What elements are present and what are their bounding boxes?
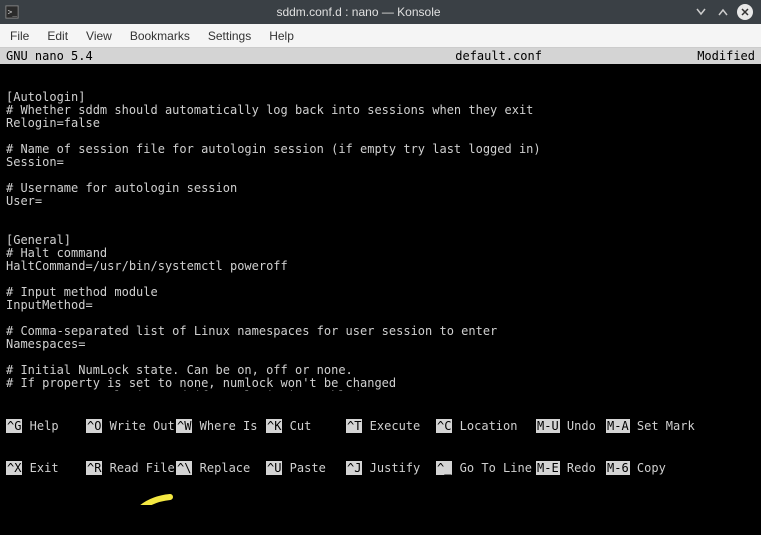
shortcut-label: Location (452, 419, 517, 433)
shortcut-key: ^O (86, 419, 102, 433)
shortcut-label: Undo (560, 419, 596, 433)
shortcut-key: ^_ (436, 461, 452, 475)
app-icon: >_ (0, 0, 24, 24)
shortcut-item: M-6 Copy (606, 461, 686, 475)
shortcut-label: Justify (362, 461, 420, 475)
shortcut-key: ^T (346, 419, 362, 433)
editor-line[interactable]: # Whether sddm should automatically log … (6, 104, 755, 117)
menu-help[interactable]: Help (269, 29, 294, 43)
shortcut-label: Paste (282, 461, 325, 475)
shortcut-label: Write Out (102, 419, 174, 433)
shortcut-label: Set Mark (630, 419, 695, 433)
nano-version: GNU nano 5.4 (0, 49, 300, 63)
window-title: sddm.conf.d : nano — Konsole (24, 5, 693, 19)
menu-file[interactable]: File (10, 29, 29, 43)
shortcut-item: ^G Help (6, 419, 86, 433)
menu-bookmarks[interactable]: Bookmarks (130, 29, 190, 43)
shortcut-key: M-U (536, 419, 560, 433)
shortcut-item: ^T Execute (346, 419, 436, 433)
shortcut-label: Read File (102, 461, 174, 475)
editor-line[interactable]: # Username for autologin session (6, 182, 755, 195)
shortcut-key: ^C (436, 419, 452, 433)
shortcut-key: ^R (86, 461, 102, 475)
shortcut-item: ^\ Replace (176, 461, 266, 475)
editor-line[interactable]: Relogin=false (6, 117, 755, 130)
editor-line[interactable]: Namespaces= (6, 338, 755, 351)
shortcut-item: ^_ Go To Line (436, 461, 536, 475)
shortcut-label: Go To Line (452, 461, 531, 475)
shortcut-key: ^\ (176, 461, 192, 475)
editor-line[interactable]: # Name of session file for autologin ses… (6, 143, 755, 156)
shortcut-label: Where Is (192, 419, 257, 433)
editor-line[interactable]: # Input method module (6, 286, 755, 299)
shortcut-item: M-U Undo (536, 419, 606, 433)
shortcut-item: ^C Location (436, 419, 536, 433)
window-controls (693, 4, 761, 20)
menu-edit[interactable]: Edit (47, 29, 68, 43)
titlebar: >_ sddm.conf.d : nano — Konsole (0, 0, 761, 24)
nano-statusbar: GNU nano 5.4 default.conf Modified (0, 48, 761, 64)
shortcut-item: ^W Where Is (176, 419, 266, 433)
editor-line[interactable] (6, 208, 755, 221)
shortcut-key: ^J (346, 461, 362, 475)
shortcut-label: Help (22, 419, 58, 433)
shortcut-item: ^O Write Out (86, 419, 176, 433)
shortcut-label: Exit (22, 461, 58, 475)
shortcut-key: ^X (6, 461, 22, 475)
editor-line[interactable]: [General] (6, 234, 755, 247)
editor-line[interactable]: InputMethod= (6, 299, 755, 312)
shortcut-key: ^W (176, 419, 192, 433)
shortcut-item: M-E Redo (536, 461, 606, 475)
shortcut-key: ^U (266, 461, 282, 475)
nano-modified: Modified (697, 49, 761, 63)
menubar: File Edit View Bookmarks Settings Help (0, 24, 761, 48)
shortcut-key: ^K (266, 419, 282, 433)
minimize-button[interactable] (693, 4, 709, 20)
shortcut-key: M-6 (606, 461, 630, 475)
terminal-area[interactable]: [Autologin]# Whether sddm should automat… (0, 64, 761, 505)
close-button[interactable] (737, 4, 753, 20)
shortcut-label: Redo (560, 461, 596, 475)
shortcut-label: Replace (192, 461, 250, 475)
svg-text:>_: >_ (8, 8, 18, 17)
shortcut-item: ^K Cut (266, 419, 346, 433)
shortcut-item: M-A Set Mark (606, 419, 686, 433)
menu-settings[interactable]: Settings (208, 29, 251, 43)
nano-shortcuts: ^G Help^O Write Out^W Where Is^K Cut^T E… (0, 391, 761, 505)
editor-line[interactable]: User= (6, 195, 755, 208)
nano-filename: default.conf (300, 49, 697, 63)
editor-line[interactable]: HaltCommand=/usr/bin/systemctl poweroff (6, 260, 755, 273)
maximize-button[interactable] (715, 4, 731, 20)
shortcut-key: M-E (536, 461, 560, 475)
shortcut-label: Copy (630, 461, 666, 475)
shortcut-item: ^U Paste (266, 461, 346, 475)
annotation-arrow-icon (130, 491, 180, 505)
editor-line[interactable]: Session= (6, 156, 755, 169)
shortcut-item: ^X Exit (6, 461, 86, 475)
editor-line[interactable]: # Comma-separated list of Linux namespac… (6, 325, 755, 338)
shortcut-item: ^J Justify (346, 461, 436, 475)
shortcut-key: M-A (606, 419, 630, 433)
shortcut-key: ^G (6, 419, 22, 433)
shortcut-item: ^R Read File (86, 461, 176, 475)
menu-view[interactable]: View (86, 29, 112, 43)
shortcut-label: Cut (282, 419, 311, 433)
shortcut-label: Execute (362, 419, 420, 433)
editor-line[interactable] (6, 221, 755, 234)
